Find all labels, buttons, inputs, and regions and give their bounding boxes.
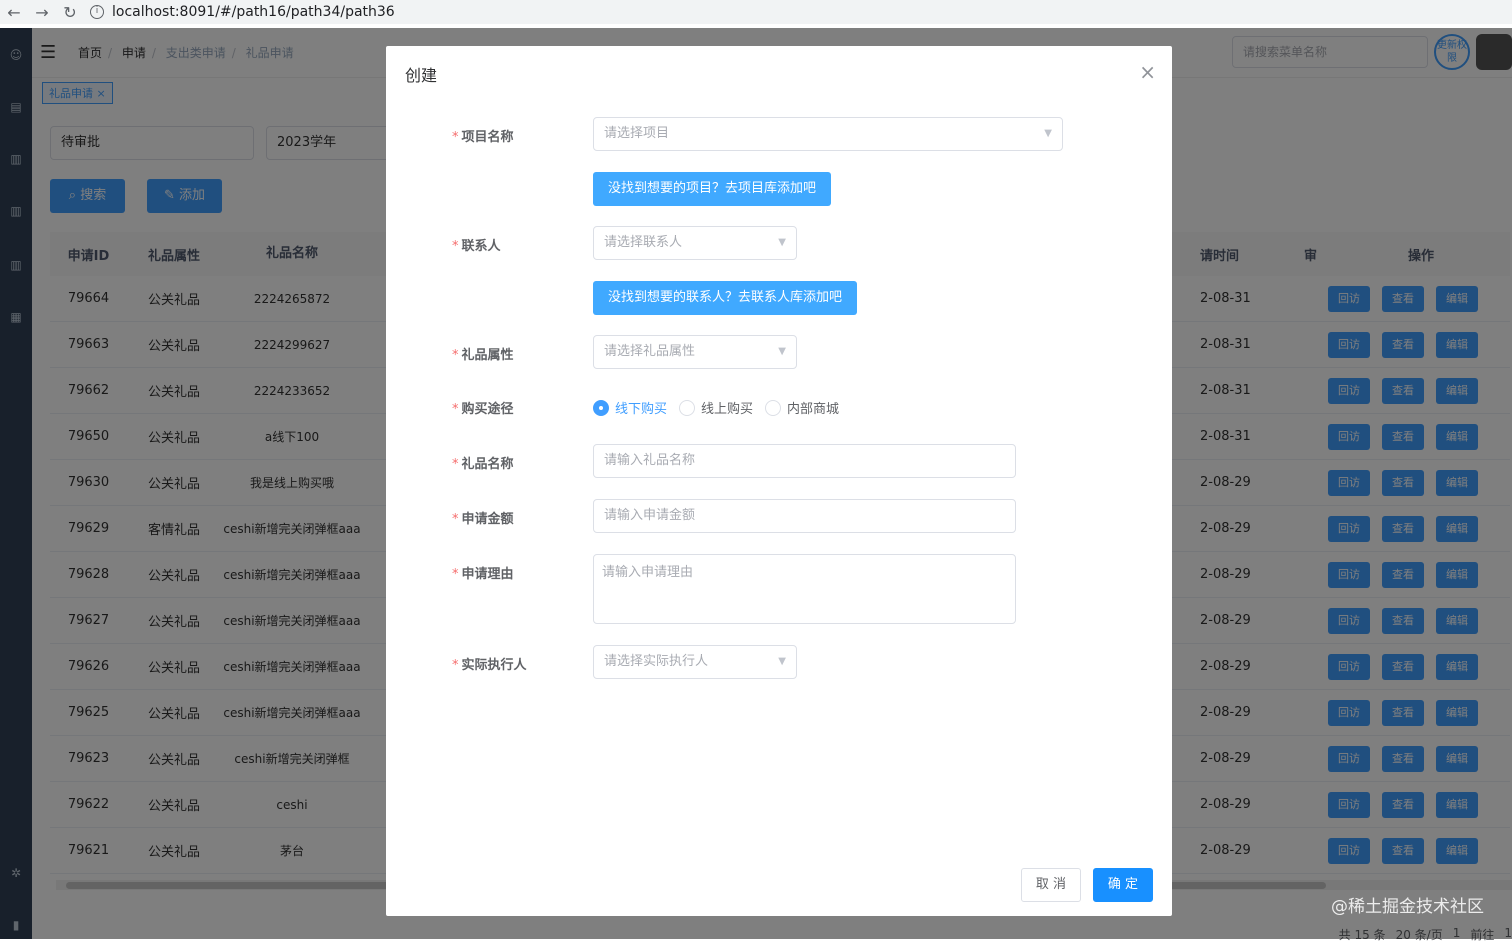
chevron-down-icon: ▼ [778,656,786,667]
radio-label: 线上购买 [701,402,754,417]
radio-dot[interactable] [679,399,696,416]
dialog-footer: 取 消 确 定 [1021,868,1153,902]
forward-icon[interactable]: → [28,3,56,22]
chevron-down-icon: ▼ [778,237,786,248]
field-label: * 项目名称 [452,130,514,145]
radio-label: 线下购买 [615,402,668,417]
gift-attr-placeholder: 请选择礼品属性 [604,344,696,359]
info-icon[interactable]: i [90,5,104,19]
url-text: localhost:8091/#/path16/path34/path36 [112,4,395,20]
field-label: * 购买途径 [452,402,514,417]
field-label-text: 礼品名称 [461,457,514,472]
gift-attr-select[interactable]: 请选择礼品属性 ▼ [593,335,797,369]
confirm-button[interactable]: 确 定 [1093,868,1153,902]
contact-select[interactable]: 请选择联系人 ▼ [593,226,797,260]
field-label: * 实际执行人 [452,658,527,673]
close-icon[interactable]: × [1139,60,1156,84]
executor-select[interactable]: 请选择实际执行人 ▼ [593,645,797,679]
chevron-down-icon: ▼ [778,346,786,357]
radio-offline[interactable]: 线下购买 [593,398,667,417]
executor-placeholder: 请选择实际执行人 [604,654,709,669]
field-label: * 申请金额 [452,512,514,527]
watermark: @稀土掘金技术社区 [1331,897,1484,917]
back-icon[interactable]: ← [0,3,28,22]
gift-name-input[interactable]: 请输入礼品名称 [593,444,1016,478]
dialog-title: 创建 [405,66,438,85]
field-label: * 礼品属性 [452,348,514,363]
field-label-text: 项目名称 [461,130,514,145]
cancel-button[interactable]: 取 消 [1021,868,1081,902]
field-label-text: 实际执行人 [461,658,527,673]
field-label-text: 购买途径 [461,402,514,417]
reload-icon[interactable]: ↻ [56,3,84,22]
field-label-text: 申请理由 [461,567,514,582]
radio-online[interactable]: 线上购买 [679,398,753,417]
chevron-down-icon: ▼ [1044,128,1052,139]
field-label: * 申请理由 [452,567,514,582]
purchase-radio-group: 线下购买 线上购买 内部商城 [593,398,839,417]
browser-toolbar: ← → ↻ i localhost:8091/#/path16/path34/p… [0,0,1512,24]
radio-internal-mall[interactable]: 内部商城 [765,398,839,417]
add-contact-link-button[interactable]: 没找到想要的联系人？去联系人库添加吧 [593,281,858,315]
field-label-text: 联系人 [461,239,501,254]
radio-dot[interactable] [593,399,609,416]
radio-label: 内部商城 [787,402,840,417]
radio-dot[interactable] [765,399,782,416]
field-label-text: 申请金额 [461,512,514,527]
contact-placeholder: 请选择联系人 [604,235,683,250]
amount-input[interactable]: 请输入申请金额 [593,499,1016,533]
add-project-link-button[interactable]: 没找到想要的项目？去项目库添加吧 [593,172,832,206]
address-bar[interactable]: i localhost:8091/#/path16/path34/path36 [90,4,395,20]
field-label: * 联系人 [452,239,501,254]
create-dialog: 创建 × * 项目名称 请选择项目 ▼ 没找到想要的项目？去项目库添加吧 * 联系人 … [386,46,1172,916]
project-placeholder: 请选择项目 [604,126,670,141]
field-label: * 礼品名称 [452,457,514,472]
project-select[interactable]: 请选择项目 ▼ [593,117,1063,151]
reason-textarea[interactable]: 请输入申请理由 [593,554,1016,624]
field-label-text: 礼品属性 [461,348,514,363]
